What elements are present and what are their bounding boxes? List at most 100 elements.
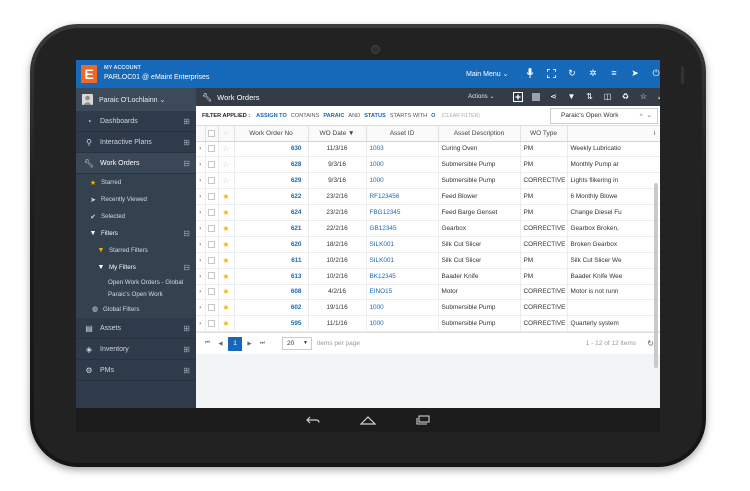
home-icon[interactable] — [360, 415, 376, 425]
sidebar-item-filters[interactable]: ▼ Filters ⊟ — [76, 225, 196, 242]
sidebar-item-interactive-plans[interactable]: ⚲ Interactive Plans ⊞ — [76, 132, 196, 153]
expand-row-cell[interactable]: › — [196, 236, 206, 253]
table-scrollbar[interactable] — [654, 183, 658, 368]
row-checkbox[interactable] — [208, 208, 215, 216]
expand-plus-icon[interactable]: ⊞ — [183, 366, 190, 375]
microphone-icon[interactable] — [524, 67, 536, 79]
sort-icon[interactable]: ⇅ — [584, 91, 595, 102]
clear-icon[interactable]: × — [639, 109, 643, 123]
table-row[interactable]: › ☆ 630 11/3/16 1003 Curing Oven PM Weekly Lubr… — [196, 141, 660, 158]
asset-id-cell[interactable]: FBG12345 — [366, 204, 439, 221]
star-icon[interactable]: ★ — [222, 303, 229, 312]
wo-number-cell[interactable]: 620 — [234, 236, 309, 253]
sidebar-item-dashboards[interactable]: ◔ Dashboards ⊞ — [76, 111, 196, 132]
expand-row-icon[interactable]: › — [199, 288, 201, 295]
collapse-minus-icon[interactable]: ⊟ — [183, 263, 190, 272]
menu-icon[interactable]: ≡ — [608, 67, 620, 79]
row-checkbox[interactable] — [208, 177, 215, 185]
add-icon[interactable] — [512, 91, 523, 102]
select-cell[interactable] — [205, 315, 219, 333]
expand-row-icon[interactable]: › — [199, 145, 201, 152]
sidebar-item-selected[interactable]: ✔ Selected — [76, 208, 196, 225]
refresh-icon[interactable]: ↻ — [647, 339, 654, 348]
table-row[interactable]: › ★ 613 10/2/16 BK12345 Baader Knife PM Baader … — [196, 268, 660, 285]
filter-icon[interactable]: ▼ — [566, 91, 577, 102]
recent-apps-icon[interactable] — [416, 415, 430, 425]
emaint-logo[interactable]: E — [81, 65, 97, 83]
row-checkbox[interactable] — [208, 272, 215, 280]
expand-row-icon[interactable]: › — [199, 209, 201, 216]
row-checkbox[interactable] — [208, 193, 215, 201]
table-row[interactable]: › ★ 621 22/2/16 GB12345 Gearbox CORRECTIVE Gear… — [196, 220, 660, 237]
recycle-icon[interactable]: ♻ — [620, 91, 631, 102]
row-checkbox[interactable] — [208, 224, 215, 232]
select-cell[interactable] — [205, 268, 219, 285]
star-cell[interactable]: ★ — [218, 315, 235, 333]
expand-row-icon[interactable]: › — [199, 320, 201, 327]
expand-row-cell[interactable]: › — [196, 188, 206, 206]
select-cell[interactable] — [205, 220, 219, 237]
star-cell[interactable]: ★ — [218, 220, 235, 237]
expand-row-icon[interactable]: › — [199, 304, 201, 311]
row-checkbox[interactable] — [208, 161, 215, 169]
sidebar-item-recently-viewed[interactable]: ➤ Recently Viewed — [76, 191, 196, 208]
table-row[interactable]: › ☆ 629 9/3/16 1000 Submersible Pump CORRECTIV… — [196, 172, 660, 190]
star-cell[interactable]: ★ — [218, 299, 235, 317]
expand-row-icon[interactable]: › — [199, 257, 201, 264]
select-cell[interactable] — [205, 252, 219, 269]
table-row[interactable]: › ☆ 628 9/3/16 1000 Submersible Pump PM Monthly… — [196, 156, 660, 174]
star-icon[interactable]: ★ — [222, 319, 229, 328]
next-page-icon[interactable]: ▶ — [244, 338, 255, 350]
column-header-wo-type[interactable]: WO Type — [520, 126, 568, 142]
select-cell[interactable] — [205, 156, 219, 174]
select-all-checkbox[interactable] — [208, 129, 215, 137]
asset-id-cell[interactable]: 1000 — [366, 172, 439, 190]
expand-row-cell[interactable]: › — [196, 204, 206, 221]
expand-row-cell[interactable]: › — [196, 172, 206, 190]
expand-plus-icon[interactable]: ⊞ — [183, 345, 190, 354]
power-icon[interactable]: ⏻ — [650, 67, 660, 79]
table-row[interactable]: › ★ 611 10/2/16 SILK001 Silk Cut Slicer PM Silk… — [196, 252, 660, 269]
sidebar-item-inventory[interactable]: ◈ Inventory ⊞ — [76, 339, 196, 360]
expand-row-cell[interactable]: › — [196, 299, 206, 317]
page-size-select[interactable]: 20 ▼ — [282, 337, 312, 351]
asset-id-cell[interactable]: 1003 — [366, 141, 439, 158]
last-page-icon[interactable]: ⏭ — [257, 338, 268, 350]
select-cell[interactable] — [205, 299, 219, 317]
table-row[interactable]: › ★ 620 18/2/16 SILK001 Silk Cut Slicer CORREC… — [196, 236, 660, 253]
wo-number-cell[interactable]: 629 — [234, 172, 309, 190]
expand-row-cell[interactable]: › — [196, 141, 206, 158]
sidebar-item-open-work-orders-global[interactable]: Open Work Orders - Global — [76, 276, 196, 288]
current-page-button[interactable]: 1 — [228, 336, 242, 351]
row-checkbox[interactable] — [208, 256, 215, 264]
row-checkbox[interactable] — [208, 304, 215, 312]
account-name[interactable]: PARLOC01 @ eMaint Enterprises — [104, 74, 209, 81]
expand-row-icon[interactable]: › — [199, 161, 201, 168]
expand-row-cell[interactable]: › — [196, 268, 206, 285]
select-all-icon[interactable] — [530, 91, 541, 102]
star-icon[interactable]: ☆ — [222, 176, 229, 185]
expand-row-cell[interactable]: › — [196, 252, 206, 269]
asset-id-cell[interactable]: 1000 — [366, 315, 439, 333]
refresh-icon[interactable]: ↻ — [566, 67, 578, 79]
asset-id-cell[interactable]: SILK001 — [366, 252, 439, 269]
star-icon[interactable]: ★ — [222, 208, 229, 217]
table-row[interactable]: › ★ 608 4/2/16 EINO15 Motor CORRECTIVE Motor is… — [196, 284, 660, 301]
fullscreen-icon[interactable]: ⤢ — [656, 91, 660, 102]
expand-row-icon[interactable]: › — [199, 193, 201, 200]
column-header-extra[interactable]: i — [567, 126, 660, 142]
table-row[interactable]: › ★ 602 19/1/16 1000 Submersible Pump CORRECTI… — [196, 299, 660, 317]
settings-icon[interactable]: ✲ — [587, 67, 599, 79]
select-cell[interactable] — [205, 172, 219, 190]
collapse-minus-icon[interactable]: ⊟ — [183, 159, 190, 168]
wo-number-cell[interactable]: 621 — [234, 220, 309, 237]
collapse-minus-icon[interactable]: ⊟ — [183, 229, 190, 238]
wo-number-cell[interactable]: 602 — [234, 299, 309, 317]
expand-plus-icon[interactable]: ⊞ — [183, 117, 190, 126]
table-row[interactable]: › ★ 622 23/2/16 RF123456 Feed Blower PM 6 Month… — [196, 188, 660, 206]
star-icon[interactable]: ★ — [222, 240, 229, 249]
wo-number-cell[interactable]: 608 — [234, 284, 309, 301]
actions-dropdown[interactable]: Actions ⌄ — [468, 93, 494, 100]
expand-row-cell[interactable]: › — [196, 315, 206, 333]
sidebar-item-global-filters[interactable]: ◍ Global Filters — [76, 300, 196, 318]
